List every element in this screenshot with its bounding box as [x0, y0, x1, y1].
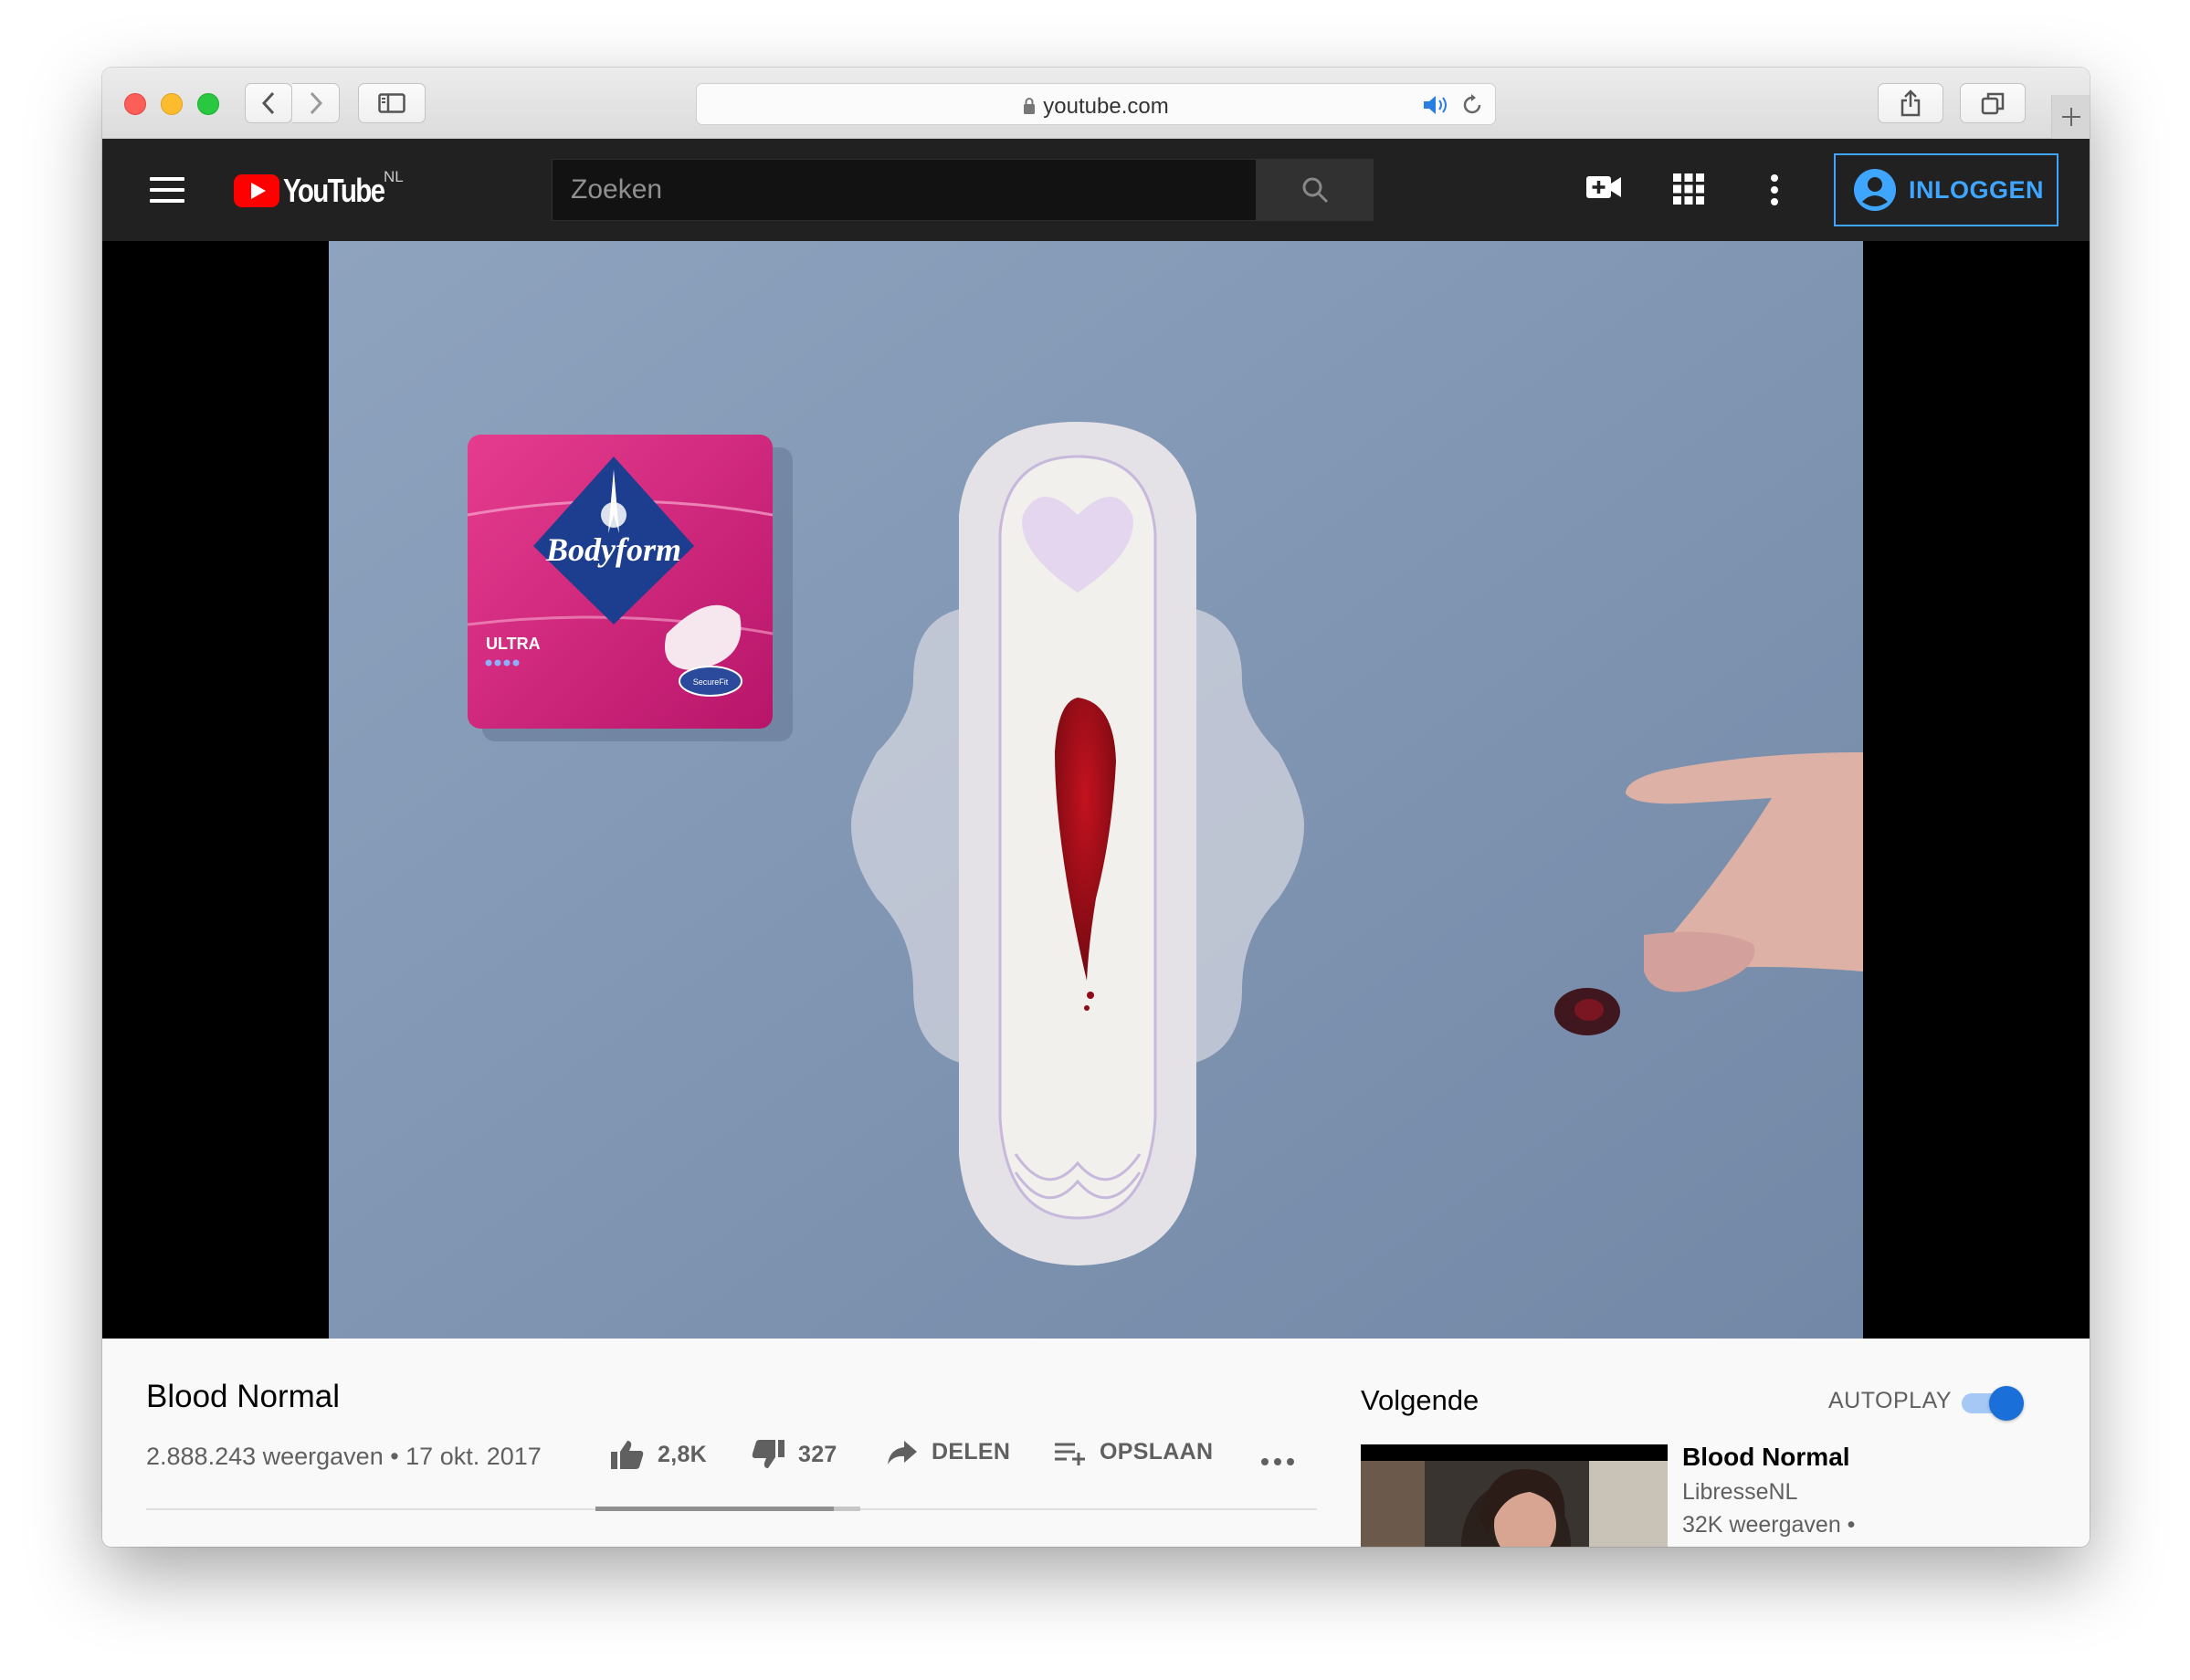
thumbs-up-icon: [611, 1441, 644, 1469]
forward-button[interactable]: [292, 83, 340, 123]
share-label: DELEN: [932, 1439, 1011, 1465]
playlist-add-icon: [1055, 1443, 1085, 1465]
lock-icon: [1024, 98, 1036, 114]
pack-badge-text: SecureFit: [693, 677, 729, 687]
sidebar-icon: [378, 93, 405, 113]
youtube-header: YouTube NL INLOGGEN: [102, 139, 2090, 241]
reload-icon[interactable]: [1460, 93, 1484, 117]
account-icon: [1854, 169, 1896, 211]
share-arrow-icon: [888, 1440, 917, 1465]
video-player[interactable]: Bodyform ULTRA SecureFit: [102, 241, 2090, 1339]
save-label: OPSLAAN: [1100, 1439, 1214, 1465]
more-vertical-icon[interactable]: [1770, 173, 1779, 206]
dislike-button[interactable]: 327: [751, 1439, 837, 1470]
logo-text: YouTube: [283, 172, 385, 209]
search-button[interactable]: [1256, 160, 1373, 220]
login-button[interactable]: INLOGGEN: [1834, 153, 2058, 226]
dislike-count: 327: [798, 1441, 837, 1467]
region-code: NL: [384, 168, 404, 185]
chevron-right-icon: [310, 91, 322, 115]
menu-icon[interactable]: [150, 177, 184, 203]
new-tab-button[interactable]: [2051, 95, 2090, 139]
recommendation-views: 32K weergaven •: [1682, 1512, 1856, 1538]
pack-brand-text: Bodyform: [545, 531, 681, 568]
tabs-icon: [1981, 92, 2005, 115]
close-window-button[interactable]: [124, 93, 146, 115]
minimize-window-button[interactable]: [161, 93, 183, 115]
autoplay-label: AUTOPLAY: [1828, 1388, 1953, 1413]
share-button[interactable]: [1878, 83, 1943, 123]
bodyform-pack: Bodyform ULTRA SecureFit: [467, 435, 774, 729]
login-label: INLOGGEN: [1909, 175, 2045, 204]
recommendation-title[interactable]: Blood Normal: [1682, 1443, 1850, 1472]
search-bar: [552, 159, 1374, 221]
zoom-window-button[interactable]: [197, 93, 219, 115]
video-meta: 2.888.243 weergaven • 17 okt. 2017: [146, 1443, 542, 1470]
plus-icon: [2061, 108, 2080, 126]
search-icon: [1302, 177, 1328, 204]
youtube-play-icon: [234, 174, 279, 207]
up-next-label: Volgende: [1361, 1384, 1479, 1416]
autoplay-toggle[interactable]: [1962, 1386, 2026, 1421]
create-video-icon[interactable]: [1585, 173, 1622, 201]
chevron-left-icon: [261, 91, 275, 115]
video-title: Blood Normal: [146, 1379, 341, 1414]
video-info: Blood Normal 2.888.243 weergaven • 17 ok…: [102, 1339, 2090, 1547]
browser-window: youtube.com YouTube NL Zoeken INLOGGEN B…: [102, 68, 2090, 1547]
sentiment-bar-fill: [595, 1507, 834, 1511]
video-scene: Bodyform ULTRA SecureFit: [329, 241, 1863, 1339]
sentiment-bar: [595, 1507, 860, 1511]
search-input[interactable]: [553, 160, 1256, 220]
thumbnail-image: [1361, 1444, 1668, 1547]
save-button[interactable]: OPSLAAN: [1054, 1439, 1213, 1465]
video-frame: Bodyform ULTRA SecureFit: [329, 241, 1863, 1339]
address-bar[interactable]: youtube.com: [696, 83, 1496, 125]
tabs-overview-button[interactable]: [1960, 83, 2026, 123]
like-count: 2,8K: [658, 1441, 708, 1467]
speaker-icon[interactable]: [1422, 94, 1453, 116]
share-video-button[interactable]: DELEN: [886, 1439, 1010, 1465]
url-text: youtube.com: [1043, 94, 1169, 119]
recommendation-channel[interactable]: LibresseNL: [1682, 1479, 1797, 1506]
share-icon: [1900, 89, 1921, 117]
more-actions-icon[interactable]: [1260, 1457, 1295, 1466]
apps-grid-icon[interactable]: [1673, 173, 1704, 205]
thumbs-down-icon: [752, 1440, 784, 1468]
sidebar-toggle-button[interactable]: [358, 83, 426, 123]
pack-variant-text: ULTRA: [486, 635, 541, 653]
recommendation-thumbnail[interactable]: [1361, 1444, 1668, 1547]
browser-toolbar: youtube.com: [102, 68, 2090, 139]
youtube-logo[interactable]: YouTube: [234, 172, 406, 210]
back-button[interactable]: [245, 83, 292, 123]
like-button[interactable]: 2,8K: [610, 1439, 707, 1470]
